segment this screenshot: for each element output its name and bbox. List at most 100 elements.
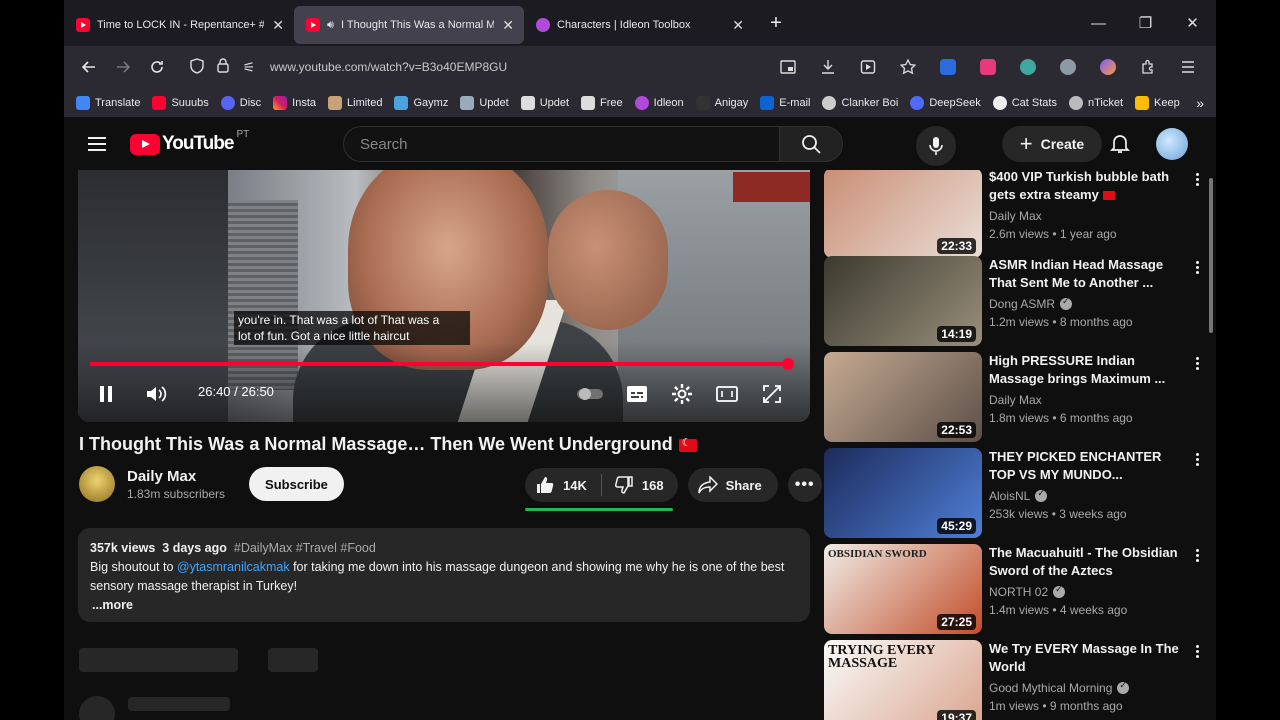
bookmark-suuubs[interactable]: Suuubs <box>152 95 209 110</box>
bookmark-free[interactable]: Free <box>581 95 623 110</box>
like-button[interactable]: 14K <box>525 474 602 496</box>
browser-tab-idleon[interactable]: Characters | Idleon Toolbox ✕ <box>524 6 754 44</box>
description-box[interactable]: 357k views 3 days ago #DailyMax #Travel … <box>78 528 810 622</box>
speaker-icon[interactable]: 🔊︎ <box>327 19 334 32</box>
recommendation-title[interactable]: We Try EVERY Massage In The World <box>989 640 1181 676</box>
lock-icon[interactable] <box>210 58 236 76</box>
recommendation-item[interactable]: 14:19 ASMR Indian Head Massage That Sent … <box>824 256 1204 346</box>
notifications-bell-icon[interactable] <box>1108 131 1132 155</box>
shield-icon[interactable] <box>184 57 210 77</box>
app-menu-icon[interactable] <box>1173 52 1203 82</box>
video-thumbnail[interactable]: 22:33 <box>824 170 982 258</box>
new-tab-plus-icon[interactable]: + <box>762 12 790 35</box>
recommendation-title[interactable]: The Macuahuitl - The Obsidian Sword of t… <box>989 544 1181 580</box>
recommendation-channel[interactable]: AloisNL <box>989 488 1181 503</box>
downloads-icon[interactable] <box>813 52 843 82</box>
close-tab-icon[interactable]: ✕ <box>724 17 744 34</box>
video-thumbnail[interactable]: 14:19 <box>824 256 982 346</box>
bookmark-updet-1[interactable]: Updet <box>460 95 509 110</box>
recommendation-title[interactable]: High PRESSURE Indian Massage brings Maxi… <box>989 352 1181 388</box>
recommendation-channel[interactable]: Daily Max <box>989 209 1181 223</box>
recommendation-title[interactable]: $400 VIP Turkish bubble bath gets extra … <box>989 170 1181 204</box>
sidebar-scrollbar[interactable] <box>1209 178 1213 333</box>
pocket-icon[interactable] <box>853 52 883 82</box>
more-options-kebab-icon[interactable] <box>1190 260 1204 275</box>
restore-icon[interactable]: ❐ <box>1122 14 1169 32</box>
recommendation-item[interactable]: 22:53 High PRESSURE Indian Massage brings… <box>824 352 1204 442</box>
subscribe-button[interactable]: Subscribe <box>249 467 344 501</box>
recommendation-channel[interactable]: Good Mythical Morning <box>989 680 1181 695</box>
recommendation-item[interactable]: 22:33 $400 VIP Turkish bubble bath gets e… <box>824 170 1204 258</box>
fullscreen-button[interactable] <box>757 380 787 408</box>
address-bar[interactable]: ⚟ www.youtube.com/watch?v=B3o40EMP8GU <box>180 51 720 83</box>
recommendation-title[interactable]: ASMR Indian Head Massage That Sent Me to… <box>989 256 1181 292</box>
autoplay-toggle[interactable] <box>574 380 606 408</box>
reload-icon[interactable] <box>140 51 174 83</box>
scrubber-handle[interactable] <box>781 358 794 370</box>
translate-extension-icon[interactable] <box>933 52 963 82</box>
video-thumbnail[interactable]: OBSIDIAN SWORD 27:25 <box>824 544 982 634</box>
more-options-kebab-icon[interactable] <box>1190 644 1204 659</box>
bookmark-updet-2[interactable]: Updet <box>520 95 569 110</box>
bookmark-disc[interactable]: Disc <box>220 95 261 110</box>
recommendation-item[interactable]: TRYING EVERY MASSAGE 19:37 We Try EVERY Ma… <box>824 640 1204 720</box>
bookmark-translate[interactable]: Translate <box>76 95 140 110</box>
forward-arrow-icon[interactable] <box>106 51 140 83</box>
volume-button[interactable] <box>142 380 170 408</box>
bookmark-star-icon[interactable] <box>893 52 923 82</box>
channel-avatar[interactable] <box>79 466 115 502</box>
bookmark-insta[interactable]: Insta <box>273 95 316 110</box>
mic-extension-icon[interactable] <box>973 52 1003 82</box>
browser-tab-active[interactable]: 🔊︎ I Thought This Was a Normal Ma ✕ <box>294 6 524 44</box>
bookmark-gaymz[interactable]: Gaymz <box>394 95 448 110</box>
close-tab-icon[interactable]: ✕ <box>494 17 514 34</box>
picture-in-picture-icon[interactable] <box>773 52 803 82</box>
back-arrow-icon[interactable] <box>72 51 106 83</box>
recommendation-item[interactable]: OBSIDIAN SWORD 27:25 The Macuahuitl - The … <box>824 544 1204 634</box>
theater-mode-button[interactable] <box>712 380 742 408</box>
dislike-button[interactable]: 168 <box>602 475 678 495</box>
search-button[interactable] <box>779 126 843 162</box>
recommendation-channel[interactable]: NORTH 02 <box>989 584 1181 599</box>
bookmark-limited[interactable]: Limited <box>328 95 382 110</box>
more-options-kebab-icon[interactable] <box>1190 356 1204 371</box>
color-extension-icon[interactable] <box>1093 52 1123 82</box>
voice-search-button[interactable] <box>916 126 956 166</box>
page-settings-icon[interactable]: ⚟ <box>236 59 262 76</box>
youtube-logo[interactable]: YouTube PT <box>130 129 249 155</box>
close-tab-icon[interactable]: ✕ <box>264 17 284 34</box>
video-thumbnail[interactable]: 22:53 <box>824 352 982 442</box>
recommendation-title[interactable]: THEY PICKED ENCHANTER TOP VS MY MUNDO... <box>989 448 1181 484</box>
video-thumbnail[interactable]: 45:29 <box>824 448 982 538</box>
guide-menu-icon[interactable] <box>88 137 106 151</box>
pause-button[interactable] <box>92 380 120 408</box>
close-window-icon[interactable]: ✕ <box>1169 14 1216 32</box>
bookmark-nticket[interactable]: nTicket <box>1068 95 1123 110</box>
bookmark-email[interactable]: E-mail <box>760 95 810 110</box>
minimize-icon[interactable]: — <box>1075 15 1122 32</box>
more-options-kebab-icon[interactable] <box>1190 452 1204 467</box>
progress-bar[interactable] <box>90 358 794 370</box>
bookmark-deepseek[interactable]: DeepSeek <box>910 95 981 110</box>
recommendation-channel[interactable]: Daily Max <box>989 393 1181 407</box>
bookmark-anigay[interactable]: Anigay <box>695 95 748 110</box>
bookmarks-overflow-chevron-icon[interactable]: » <box>1196 95 1204 111</box>
browser-tab-repentance[interactable]: Time to LOCK IN - Repentance+ #388 ✕ <box>64 6 294 44</box>
hashtags[interactable]: #DailyMax #Travel #Food <box>234 541 376 555</box>
bookmark-keep[interactable]: Keep <box>1135 95 1180 110</box>
channel-name[interactable]: Daily Max <box>127 468 225 485</box>
account-avatar[interactable] <box>1156 128 1188 160</box>
search-input[interactable]: Search <box>343 126 779 162</box>
more-options-kebab-icon[interactable] <box>1190 548 1204 563</box>
share-button[interactable]: Share <box>687 468 778 502</box>
more-actions-button[interactable]: ••• <box>787 468 822 502</box>
mention-link[interactable]: @ytasmranilcakmak <box>177 560 290 574</box>
settings-button[interactable] <box>667 380 697 408</box>
glasses-extension-icon[interactable] <box>1053 52 1083 82</box>
extensions-puzzle-icon[interactable] <box>1133 52 1163 82</box>
recommendation-item[interactable]: 45:29 THEY PICKED ENCHANTER TOP VS MY MUN… <box>824 448 1204 538</box>
music-extension-icon[interactable] <box>1013 52 1043 82</box>
create-button[interactable]: + Create <box>1002 126 1102 162</box>
bookmark-cat-stats[interactable]: Cat Stats <box>992 95 1057 110</box>
video-thumbnail[interactable]: TRYING EVERY MASSAGE 19:37 <box>824 640 982 720</box>
